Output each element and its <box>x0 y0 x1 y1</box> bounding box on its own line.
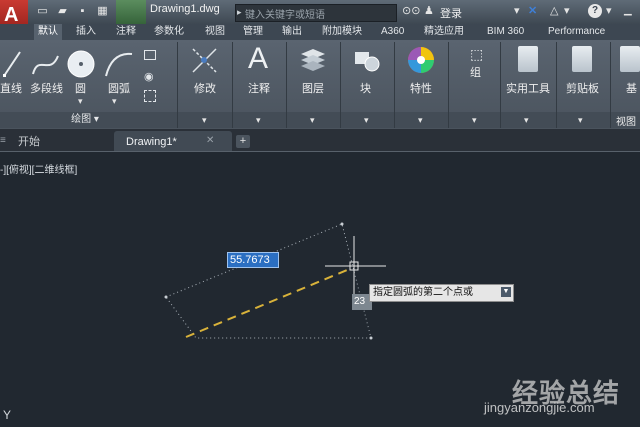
arc-dropdown-icon[interactable]: ▾ <box>112 96 117 107</box>
ribbon-divider <box>286 42 287 128</box>
user-icon[interactable]: ♟ <box>424 5 434 17</box>
annotation-button[interactable]: 注释 <box>248 80 270 96</box>
tab-default[interactable]: 默认 <box>34 24 62 40</box>
tab-performance[interactable]: Performance <box>548 24 605 40</box>
ribbon-tab-bar <box>0 24 640 40</box>
search-expand-icon: ▸ <box>237 7 242 17</box>
tab-output[interactable]: 输出 <box>282 24 302 40</box>
polyline-button[interactable]: 多段线 <box>30 80 63 96</box>
save-icon[interactable]: ▪ <box>76 5 89 17</box>
polyline-icon <box>32 55 59 75</box>
tab-bim360[interactable]: BIM 360 <box>487 24 524 40</box>
preview-rectangle <box>165 223 372 339</box>
search-placeholder: 键入关键字或短语 <box>245 10 325 21</box>
utilities-button[interactable]: 实用工具 <box>506 80 550 96</box>
dropdown-arrow-icon[interactable]: ▾ <box>514 5 520 17</box>
search-input[interactable]: ▸ 键入关键字或短语 <box>235 4 397 22</box>
open-file-icon[interactable]: ▰ <box>56 5 69 17</box>
tab-a360[interactable]: A360 <box>381 24 404 40</box>
draw-group-label[interactable]: 绘图 ▾ <box>60 112 110 127</box>
ribbon-divider <box>340 42 341 128</box>
add-tab-button[interactable]: + <box>236 135 250 148</box>
circle-button[interactable]: 圆 <box>75 80 86 96</box>
exchange-icon[interactable]: ✕ <box>528 5 537 17</box>
group-icon: ⬚ <box>470 46 484 62</box>
line-icon <box>3 51 21 77</box>
dropdown-arrow-icon[interactable]: ▾ <box>564 5 570 17</box>
tab-parametric[interactable]: 参数化 <box>154 24 184 40</box>
view-group-label[interactable]: 视图 <box>616 113 636 128</box>
base-button[interactable]: 基 <box>626 80 637 96</box>
a360-icon[interactable]: △ <box>550 5 558 17</box>
ribbon-divider <box>394 42 395 128</box>
dimension-input[interactable]: 55.7673 <box>228 253 278 267</box>
dropdown-arrow-icon[interactable]: ▾ <box>606 5 612 17</box>
close-tab-icon[interactable]: ✕ <box>206 135 214 146</box>
minimize-icon[interactable]: ▁ <box>624 5 632 17</box>
layers-button[interactable]: 图层 <box>302 80 324 96</box>
workspace-indicator <box>116 0 146 24</box>
line-button[interactable]: 直线 <box>0 80 22 96</box>
save-as-icon[interactable]: ▦ <box>96 5 109 17</box>
rectangle-icon[interactable] <box>144 50 156 60</box>
command-prompt-tooltip: 指定圆弧的第二个点或 ▼ <box>369 284 514 302</box>
ribbon-divider <box>232 42 233 128</box>
layers-icon <box>301 49 325 71</box>
ribbon-divider <box>448 42 449 128</box>
tab-manage[interactable]: 管理 <box>243 24 263 40</box>
group-button[interactable]: 组 <box>470 64 481 80</box>
help-icon[interactable]: ? <box>588 4 602 18</box>
login-link[interactable]: 登录 <box>440 5 462 21</box>
tab-insert[interactable]: 插入 <box>76 24 96 40</box>
tab-addins[interactable]: 附加模块 <box>322 24 362 40</box>
document-title: Drawing1.dwg <box>150 3 220 15</box>
modify-button[interactable]: 修改 <box>194 80 216 96</box>
options-dropdown-icon[interactable]: ▼ <box>501 287 511 297</box>
utilities-dropdown-icon[interactable]: ▾ <box>524 115 529 126</box>
annotation-icon: A <box>248 42 269 75</box>
block-button[interactable]: 块 <box>360 80 371 96</box>
hatch-icon[interactable]: ◉ <box>144 70 154 83</box>
prompt-text: 指定圆弧的第二个点或 <box>373 287 473 298</box>
properties-dropdown-icon[interactable]: ▾ <box>418 115 423 126</box>
annotation-dropdown-icon[interactable]: ▾ <box>256 115 261 126</box>
color-wheel-icon <box>408 47 434 73</box>
tab-annotate[interactable]: 注释 <box>116 24 136 40</box>
tab-menu-icon[interactable]: ≡ <box>0 135 6 146</box>
arc-button[interactable]: 圆弧 <box>108 80 130 96</box>
ribbon-divider <box>500 42 501 128</box>
clipboard-icon <box>572 46 592 72</box>
base-icon <box>620 46 640 72</box>
ribbon-divider <box>556 42 557 128</box>
modify-dropdown-icon[interactable]: ▾ <box>202 115 207 126</box>
tab-view[interactable]: 视图 <box>205 24 225 40</box>
ribbon-divider <box>610 42 611 128</box>
document-tab-bar <box>0 129 640 152</box>
clipboard-dropdown-icon[interactable]: ▾ <box>578 115 583 126</box>
boundary-icon[interactable] <box>144 90 156 102</box>
clipboard-button[interactable]: 剪贴板 <box>566 80 599 96</box>
ucs-icon: Y <box>3 408 12 422</box>
tab-start[interactable]: 开始 <box>18 133 40 151</box>
layers-dropdown-icon[interactable]: ▾ <box>310 115 315 126</box>
block-dropdown-icon[interactable]: ▾ <box>364 115 369 126</box>
tab-featured-apps[interactable]: 精选应用 <box>424 24 464 40</box>
group-dropdown-icon[interactable]: ▾ <box>472 115 477 126</box>
ribbon-divider <box>177 42 178 128</box>
block-icon <box>355 52 380 72</box>
watermark-url: jingyanzongjie.com <box>484 400 595 415</box>
new-file-icon[interactable]: ▭ <box>36 5 49 17</box>
binoculars-icon[interactable]: ⊙⊙ <box>402 5 420 17</box>
calculator-icon <box>518 46 538 72</box>
modify-icon <box>192 48 217 73</box>
arc-icon <box>105 52 133 77</box>
properties-button[interactable]: 特性 <box>410 80 432 96</box>
circle-dropdown-icon[interactable]: ▾ <box>78 96 83 107</box>
drawing-tab-label: Drawing1* <box>126 136 177 148</box>
